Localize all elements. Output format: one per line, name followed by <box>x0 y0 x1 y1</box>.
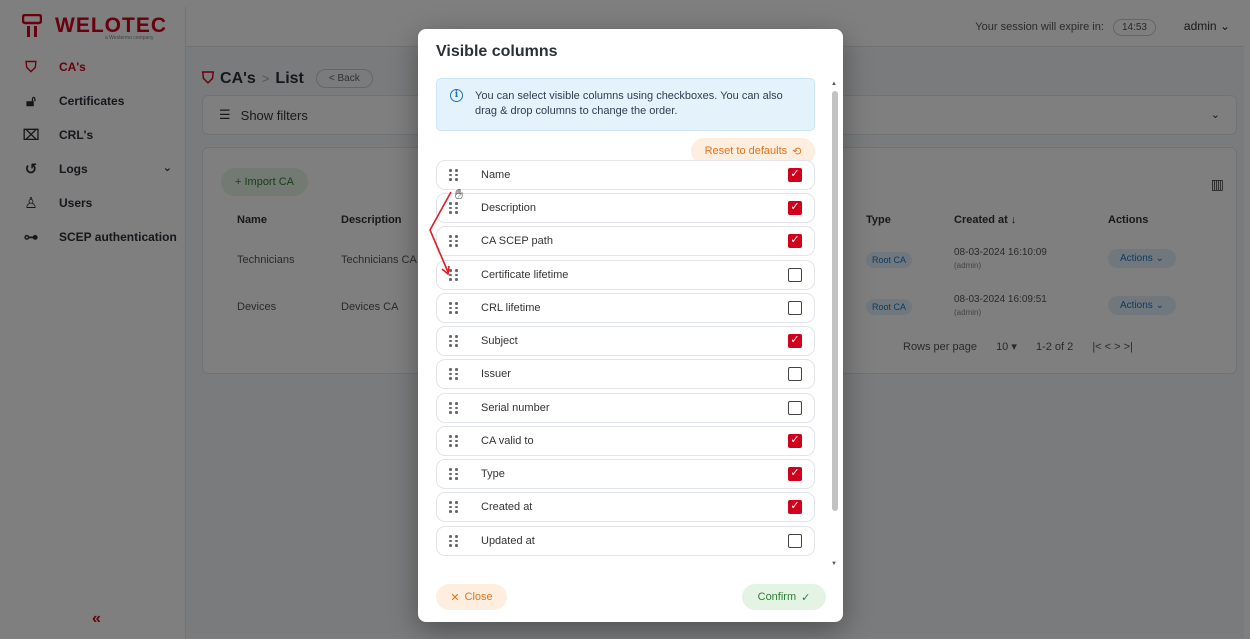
column-visibility-checkbox[interactable]: ✓ <box>788 168 802 182</box>
column-visibility-checkbox[interactable]: ✓ <box>788 201 802 215</box>
column-option-label: Name <box>481 169 511 181</box>
drag-handle-icon[interactable] <box>449 535 459 547</box>
grab-cursor-icon: ✋︎ <box>455 186 463 202</box>
drag-handle-icon[interactable] <box>449 435 459 447</box>
drag-handle-icon[interactable] <box>449 368 459 380</box>
column-option-row[interactable]: Updated at <box>436 526 815 556</box>
column-option-row[interactable]: Description ✓ <box>436 193 815 223</box>
column-visibility-checkbox[interactable] <box>788 401 802 415</box>
close-icon: ✕ <box>450 591 460 604</box>
scrollbar-thumb[interactable] <box>832 91 838 511</box>
column-visibility-checkbox[interactable] <box>788 268 802 282</box>
close-label: Close <box>464 591 493 603</box>
column-option-label: Serial number <box>481 402 550 414</box>
drag-handle-icon[interactable] <box>449 169 459 181</box>
column-option-label: Type <box>481 468 505 480</box>
column-option-label: CRL lifetime <box>481 302 541 314</box>
column-option-label: Description <box>481 202 537 214</box>
check-icon: ✓ <box>801 591 811 604</box>
column-option-row[interactable]: Subject ✓ <box>436 326 815 356</box>
column-visibility-checkbox[interactable] <box>788 534 802 548</box>
drag-handle-icon[interactable] <box>449 468 459 480</box>
column-option-label: CA SCEP path <box>481 235 553 247</box>
visible-columns-dialog: Visible columns i You can select visible… <box>418 29 843 622</box>
column-option-row[interactable]: Created at ✓ <box>436 492 815 522</box>
column-option-row[interactable]: Issuer <box>436 359 815 389</box>
drag-handle-icon[interactable] <box>449 335 459 347</box>
reset-icon: ⟲ <box>792 145 802 158</box>
dialog-body: i You can select visible columns using c… <box>418 77 843 571</box>
confirm-label: Confirm <box>757 591 797 603</box>
column-visibility-checkbox[interactable]: ✓ <box>788 234 802 248</box>
column-option-row[interactable]: CRL lifetime <box>436 293 815 323</box>
scroll-down-icon[interactable]: ▼ <box>831 561 837 567</box>
drag-handle-icon[interactable] <box>449 501 459 513</box>
dialog-title: Visible columns <box>436 43 558 60</box>
column-option-row[interactable]: Name ✓ <box>436 160 815 190</box>
info-alert: i You can select visible columns using c… <box>436 78 815 131</box>
column-visibility-checkbox[interactable]: ✓ <box>788 334 802 348</box>
column-visibility-checkbox[interactable] <box>788 367 802 381</box>
column-option-label: Created at <box>481 501 533 513</box>
column-option-row[interactable]: Type ✓ <box>436 459 815 489</box>
column-option-row[interactable]: Serial number <box>436 393 815 423</box>
column-option-label: Updated at <box>481 535 535 547</box>
info-text: You can select visible columns using che… <box>475 90 783 117</box>
column-option-label: Subject <box>481 335 518 347</box>
column-option-label: Issuer <box>481 368 511 380</box>
reset-label: Reset to defaults <box>704 145 788 157</box>
column-visibility-checkbox[interactable]: ✓ <box>788 434 802 448</box>
column-visibility-checkbox[interactable]: ✓ <box>788 500 802 514</box>
column-option-label: Certificate lifetime <box>481 269 569 281</box>
scroll-up-icon[interactable]: ▲ <box>831 81 837 87</box>
drag-handle-icon[interactable] <box>449 302 459 314</box>
confirm-button[interactable]: Confirm ✓ <box>742 584 826 610</box>
close-button[interactable]: ✕ Close <box>436 584 507 610</box>
drag-arrow-annotation <box>429 191 452 276</box>
column-option-row[interactable]: CA SCEP path ✓ <box>436 226 815 256</box>
info-icon: i <box>450 89 463 102</box>
column-option-label: CA valid to <box>481 435 534 447</box>
column-visibility-checkbox[interactable] <box>788 301 802 315</box>
drag-handle-icon[interactable] <box>449 402 459 414</box>
column-option-row[interactable]: CA valid to ✓ <box>436 426 815 456</box>
column-option-row[interactable]: Certificate lifetime <box>436 260 815 290</box>
column-visibility-checkbox[interactable]: ✓ <box>788 467 802 481</box>
